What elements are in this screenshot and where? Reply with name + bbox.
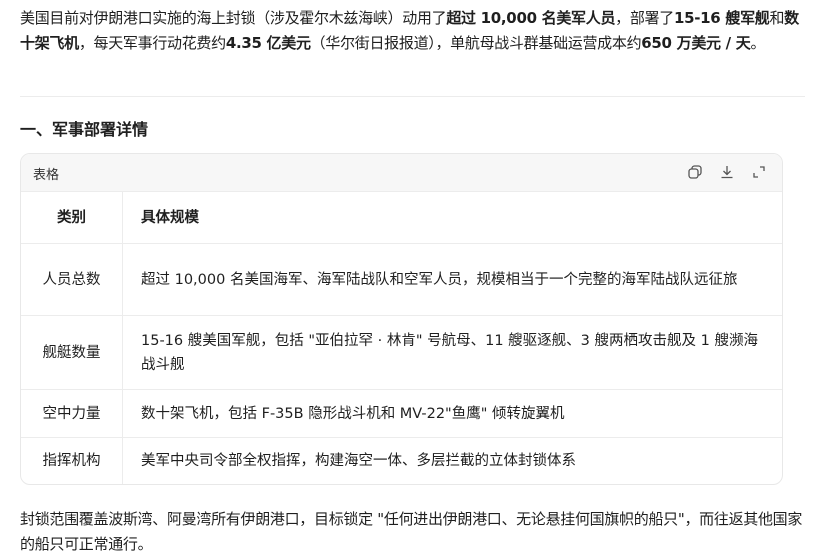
table-row: 空中力量 数十架飞机，包括 F-35B 隐形战斗机和 MV-22"鱼鹰" 倾转旋翼… [21, 389, 782, 438]
divider [20, 96, 805, 97]
text: 美国目前对伊朗港口实施的海上封锁（涉及霍尔木兹海峡）动用了 [20, 9, 447, 27]
text: （华尔街日报报道），单航母战斗群基础运营成本约 [310, 34, 642, 52]
table-cell: 人员总数 [21, 243, 123, 316]
table-cell: 空中力量 [21, 389, 123, 438]
text: ，部署了 [615, 9, 674, 27]
table-cell: 15-16 艘美国军舰，包括 "亚伯拉罕 · 林肯" 号航母、11 艘驱逐舰、3… [122, 315, 782, 390]
text: 。 [750, 34, 766, 52]
table-row: 人员总数 超过 10,000 名美国海军、海军陆战队和空军人员，规模相当于一个完整… [21, 243, 782, 316]
table-cell: 指挥机构 [21, 437, 123, 484]
bold-text: 15-16 艘军舰 [673, 9, 770, 27]
table-cell: 数十架飞机，包括 F-35B 隐形战斗机和 MV-22"鱼鹰" 倾转旋翼机 [122, 389, 782, 438]
table-cell: 超过 10,000 名美国海军、海军陆战队和空军人员，规模相当于一个完整的海军陆… [122, 243, 782, 316]
table-card: 表格 类别 具体规模 人员总数 超过 10,000 名美国海军、海军陆战队和空军人员… [20, 153, 783, 485]
table-card-header: 表格 [21, 154, 782, 192]
outro-paragraph: 封锁范围覆盖波斯湾、阿曼湾所有伊朗港口，目标锁定 "任何进出伊朗港口、无论悬挂何… [20, 510, 803, 553]
column-header: 具体规模 [122, 192, 782, 244]
table-cell: 美军中央司令部全权指挥，构建海空一体、多层拦截的立体封锁体系 [141, 453, 576, 470]
table-row: 舰艇数量 15-16 艘美国军舰，包括 "亚伯拉罕 · 林肯" 号航母、11 艘驱… [21, 315, 782, 390]
table-row: 指挥机构 美军中央司令部全权指挥，构建海空一体、多层拦截的立体封锁体系 [21, 437, 782, 484]
bold-text: 4.35 亿美元 [225, 34, 311, 52]
column-header: 类别 [21, 192, 123, 244]
section-heading: 一、军事部署详情 [20, 120, 149, 139]
deployment-table: 类别 具体规模 人员总数 超过 10,000 名美国海军、海军陆战队和空军人员，规模… [21, 192, 782, 484]
table-label: 表格 [33, 168, 60, 183]
table-cell: 舰艇数量 [21, 315, 123, 390]
bold-text: 超过 10,000 名美军人员 [446, 9, 616, 27]
expand-icon[interactable] [750, 163, 768, 181]
text: 和 [769, 9, 785, 27]
download-icon[interactable] [718, 163, 736, 181]
intro-paragraph: 美国目前对伊朗港口实施的海上封锁（涉及霍尔木兹海峡）动用了超过 10,000 名… [20, 6, 810, 56]
text: ，每天军事行动花费约 [78, 34, 226, 52]
copy-icon[interactable] [686, 163, 704, 181]
bold-text: 650 万美元 / 天 [641, 34, 751, 52]
table-header-row: 类别 具体规模 [21, 192, 782, 244]
